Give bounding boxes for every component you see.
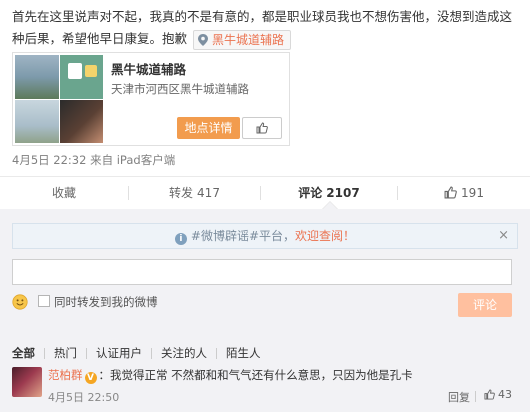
divider: [151, 347, 152, 359]
notice-highlight-link[interactable]: 欢迎查阅！: [295, 229, 355, 243]
comment-filter-bar: 全部 热门 认证用户 关注的人 陌生人: [12, 345, 261, 361]
place-name-link[interactable]: 黑牛城道辅路: [111, 59, 186, 78]
avatar[interactable]: [12, 367, 42, 397]
place-address: 天津市河西区黑牛城道辅路: [111, 82, 249, 96]
forward-checkbox[interactable]: [38, 295, 50, 307]
comment-time: 4月5日 22:50: [48, 391, 120, 404]
favorite-button[interactable]: 收藏: [0, 177, 128, 209]
like-button[interactable]: 191: [398, 177, 530, 209]
thumbs-up-icon: [444, 186, 457, 199]
close-icon[interactable]: ×: [498, 224, 509, 248]
filter-strangers[interactable]: 陌生人: [226, 345, 261, 361]
checkin-label: 黑牛城道辅路: [212, 32, 285, 47]
place-photo: [15, 55, 59, 99]
place-photo: [60, 100, 103, 143]
filter-verified[interactable]: 认证用户: [96, 345, 142, 361]
filter-all[interactable]: 全部: [12, 345, 35, 361]
divider: [216, 347, 217, 359]
filter-hot[interactable]: 热门: [54, 345, 77, 361]
location-pin-icon: [198, 33, 208, 46]
place-photo: [60, 55, 103, 99]
active-tab-arrow-fill: [323, 202, 337, 209]
forward-button[interactable]: 转发 417: [129, 177, 260, 209]
submit-comment-button[interactable]: 评论: [458, 293, 512, 317]
notice-banner: i #微博辟谣#平台，欢迎查阅！ ×: [12, 223, 518, 249]
place-photo: [15, 100, 59, 143]
place-detail-button[interactable]: 地点详情: [177, 117, 240, 139]
notice-link[interactable]: #微博辟谣#平台，: [191, 229, 295, 243]
comment-panel: i #微博辟谣#平台，欢迎查阅！ × 同时转发到我的微博 评论 全部 热门 认证用…: [0, 209, 530, 412]
like-count: 191: [461, 186, 484, 200]
info-circle-icon: i: [174, 233, 187, 245]
divider: [44, 347, 45, 359]
post-meta: 4月5日 22:32 来自 iPad客户端: [12, 153, 176, 167]
comment-count: 2107: [326, 186, 360, 200]
thumbs-up-icon: [256, 122, 268, 134]
comment-like-count: 43: [498, 388, 512, 401]
forward-checkbox-label: 同时转发到我的微博: [54, 295, 158, 309]
comment-item: 范柏群 V ：我觉得正常 不然都和和气气还有什么意思，只因为他是孔卡 4月5日 22…: [12, 367, 518, 407]
comment-like-button[interactable]: 43: [484, 388, 512, 401]
comment-text: ：我觉得正常 不然都和和气气还有什么意思，只因为他是孔卡: [98, 368, 413, 382]
comment-author-link[interactable]: 范柏群: [48, 368, 83, 382]
filter-following[interactable]: 关注的人: [161, 345, 207, 361]
verified-badge-icon: V: [84, 372, 97, 384]
thumbs-up-icon: [484, 389, 495, 400]
divider: [475, 391, 476, 402]
divider: [86, 347, 87, 359]
comment-input[interactable]: [12, 259, 512, 285]
reply-button[interactable]: 回复: [448, 389, 470, 405]
smiley-icon[interactable]: [12, 294, 28, 310]
place-like-button[interactable]: [242, 117, 282, 139]
place-photo-mosaic[interactable]: [15, 55, 103, 143]
checkin-location-link[interactable]: 黑牛城道辅路: [193, 29, 292, 50]
post-text: 首先在这里说声对不起，我真的不是有意的，都是职业球员我也不想伤害他，没想到造成这…: [12, 6, 518, 50]
place-card[interactable]: 黑牛城道辅路 天津市河西区黑牛城道辅路 地点详情: [12, 52, 290, 146]
forward-count: 417: [197, 186, 220, 200]
post-action-bar: 收藏 转发 417 评论 2107 191: [0, 176, 530, 208]
